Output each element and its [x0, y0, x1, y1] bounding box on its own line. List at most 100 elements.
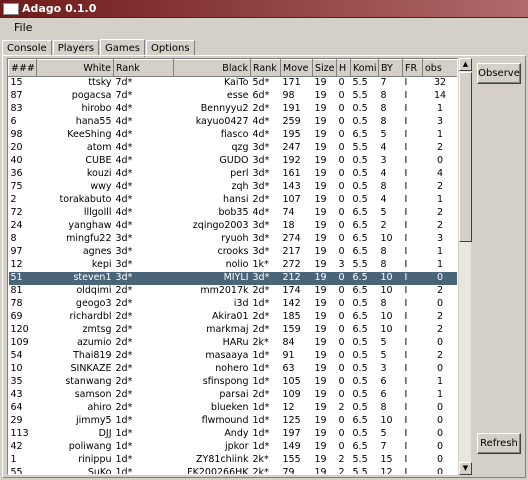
- cell-fr: I: [404, 389, 408, 400]
- cell-move: 98: [282, 90, 295, 101]
- col-header-observers[interactable]: obs: [422, 59, 457, 77]
- cell-game-number: 55: [10, 467, 23, 475]
- cell-fr: I: [404, 415, 408, 426]
- table-row[interactable]: 120 zmtsg 2d* markmaj 2d* 159 19 0 6.5 10 I 2: [9, 324, 458, 337]
- col-header-white-rank[interactable]: Rank: [113, 59, 174, 77]
- table-row[interactable]: 113 DJJ 1d* Andy 1d* 197 19 0 0.5 5 I 0: [9, 428, 458, 441]
- table-row[interactable]: 54 Thai819 2d* masaaya 1d* 91 19 0 0.5 5 I 2: [9, 350, 458, 363]
- table-row[interactable]: 8 mingfu22 3d* ryuoh 3d* 274 19 0 6.5 10 I 3: [9, 233, 458, 246]
- cell-white-player: Thai819: [73, 350, 112, 361]
- scroll-up-arrow-icon[interactable]: ▲: [459, 58, 472, 71]
- cell-komi: 0.5: [352, 168, 368, 179]
- col-header-white[interactable]: White: [36, 59, 114, 77]
- cell-size: 19: [314, 324, 327, 335]
- cell-black-player: Andy: [224, 428, 249, 439]
- cell-byoyomi: 8: [380, 298, 387, 309]
- table-row[interactable]: 81 oldqimi 2d* mm2017k 2d* 174 19 0 6.5 10 I 2: [9, 285, 458, 298]
- table-row[interactable]: 10 SINKAZE 2d* nohero 1d* 63 19 0 0.5 3 I 0: [9, 363, 458, 376]
- cell-black-rank: 4d*: [252, 207, 270, 218]
- table-row[interactable]: 72 lllgolll 4d* bob35 4d* 74 19 0 6.5 5 I 2: [9, 207, 458, 220]
- col-header-fr[interactable]: FR: [402, 59, 423, 77]
- observe-button[interactable]: Observe: [477, 63, 521, 84]
- cell-fr: I: [404, 311, 408, 322]
- app-icon: [3, 2, 19, 15]
- table-row[interactable]: 64 ahiro 2d* blueken 1d* 12 19 2 0.5 8 I 0: [9, 402, 458, 415]
- scrollbar-thumb[interactable]: [459, 72, 472, 242]
- cell-move: 109: [282, 389, 301, 400]
- window-title: Adago 0.1.0: [22, 2, 97, 15]
- cell-byoyomi: 8: [380, 90, 387, 101]
- cell-handicap: 0: [338, 77, 345, 89]
- cell-handicap: 0: [338, 428, 345, 439]
- table-row[interactable]: 55 SuKo 1d* FK200266HK 2k* 79 19 2 5.5 12 I 0: [9, 467, 458, 475]
- cell-black-rank: 1d*: [252, 298, 270, 309]
- table-row[interactable]: 87 pogacsa 7d* esse 6d* 98 19 0 5.5 8 I 14: [9, 90, 458, 103]
- col-header-black[interactable]: Black: [173, 59, 251, 77]
- table-row[interactable]: 12 kepi 3d* nolio 1k* 272 19 3 5.5 8 I 1: [9, 259, 458, 272]
- cell-byoyomi: 2: [380, 220, 387, 231]
- col-header-black-rank[interactable]: Rank: [250, 59, 281, 77]
- menu-file[interactable]: File: [10, 20, 36, 35]
- refresh-button[interactable]: Refresh: [477, 433, 521, 454]
- table-row[interactable]: 1 rinippu 1d* ZY81chiink 2k* 155 19 2 5.5 15 I 0: [9, 454, 458, 467]
- col-header-number[interactable]: ###: [8, 59, 37, 77]
- table-row[interactable]: 36 kouzi 4d* perl 3d* 161 19 0 0.5 4 I 4: [9, 168, 458, 181]
- table-row[interactable]: 78 geogo3 2d* i3d 1d* 142 19 0 0.5 8 I 0: [9, 298, 458, 311]
- cell-handicap: 0: [338, 298, 345, 309]
- table-row[interactable]: 2 torakabuto 4d* hansi 2d* 107 19 0 0.5 4 I 1: [9, 194, 458, 207]
- col-header-komi[interactable]: Komi: [350, 59, 379, 77]
- tab-console[interactable]: Console: [2, 40, 52, 56]
- cell-observers: 0: [436, 467, 444, 475]
- col-header-handicap[interactable]: H: [336, 59, 351, 77]
- cell-white-player: mingfu22: [66, 233, 112, 244]
- cell-byoyomi: 5: [380, 337, 387, 348]
- table-row[interactable]: 109 azumio 2d* HARu 2k* 84 19 0 0.5 5 I 0: [9, 337, 458, 350]
- cell-byoyomi: 4: [380, 142, 387, 153]
- cell-black-rank: 4d*: [252, 116, 270, 127]
- cell-white-player: ttsky: [88, 77, 112, 89]
- col-header-size[interactable]: Size: [312, 59, 337, 77]
- cell-white-rank: 1d*: [115, 415, 133, 426]
- table-row[interactable]: 40 CUBE 4d* GUDO 3d* 192 19 0 0.5 3 I 0: [9, 155, 458, 168]
- cell-size: 19: [314, 350, 327, 361]
- table-row[interactable]: 35 stanwang 2d* sfinspong 1d* 105 19 0 0.5 6 I 1: [9, 376, 458, 389]
- tab-options[interactable]: Options: [146, 40, 195, 56]
- table-row[interactable]: 51 steven1 3d* MIYLI 3d* 212 19 0 6.5 10 I 0: [8, 271, 457, 285]
- table-row[interactable]: 98 KeeShing 4d* fiasco 4d* 195 19 0 6.5 5 I 1: [9, 129, 458, 142]
- cell-handicap: 0: [338, 389, 345, 400]
- table-row[interactable]: 29 jimmy5 1d* flwmound 1d* 125 19 0 6.5 10 I 0: [9, 415, 458, 428]
- table-row[interactable]: 83 hirobo 4d* Bennyyu2 2d* 191 19 0 0.5 8 I 1: [9, 103, 458, 116]
- cell-handicap: 0: [338, 194, 345, 205]
- table-row[interactable]: 43 samson 2d* parsai 2d* 109 19 0 0.5 6 I 1: [9, 389, 458, 402]
- cell-move: 12: [282, 402, 295, 413]
- table-row[interactable]: 75 wwy 4d* zqh 3d* 143 19 0 0.5 8 I 2: [9, 181, 458, 194]
- table-header-row: ### White Rank Black Rank Move Size H Ko…: [8, 59, 457, 77]
- cell-move: 161: [282, 168, 301, 179]
- table-row[interactable]: 42 poliwang 1d* jpkor 1d* 149 19 0 6.5 7 I 0: [9, 441, 458, 454]
- cell-byoyomi: 10: [380, 311, 393, 322]
- table-row[interactable]: 20 atom 4d* qzg 3d* 247 19 0 5.5 4 I 2: [9, 142, 458, 155]
- cell-fr: I: [404, 129, 408, 140]
- table-row[interactable]: 69 richardbl 2d* Akira01 2d* 185 19 0 6.5 10 I 2: [9, 311, 458, 324]
- table-row[interactable]: 97 agnes 3d* crooks 3d* 217 19 0 6.5 8 I 1: [9, 246, 458, 259]
- cell-size: 19: [314, 246, 327, 257]
- table-row[interactable]: 24 yanghaw 4d* zqingo2003 3d* 18 19 0 6.5 2 I 2: [9, 220, 458, 233]
- cell-white-player: azumio: [76, 337, 112, 348]
- cell-white-rank: 3d*: [115, 246, 133, 257]
- cell-black-rank: 2k*: [252, 454, 269, 465]
- scroll-down-arrow-icon[interactable]: ▼: [459, 462, 472, 475]
- table-row[interactable]: 6 hana55 4d* kayuo0427 4d* 259 19 0 0.5 8 I 3: [9, 116, 458, 129]
- table-row[interactable]: 15 ttsky 7d* KaiTo 5d* 171 19 0 5.5 7 I 32: [9, 77, 458, 90]
- cell-observers: 4: [436, 168, 444, 179]
- tab-players[interactable]: Players: [52, 40, 100, 56]
- cell-black-rank: 6d*: [252, 90, 270, 101]
- cell-byoyomi: 3: [380, 155, 387, 166]
- cell-game-number: 72: [10, 207, 23, 218]
- cell-komi: 0.5: [352, 155, 368, 166]
- cell-white-player: steven1: [36, 271, 114, 285]
- cell-komi: 6.5: [352, 129, 368, 140]
- vertical-scrollbar[interactable]: ▲ ▼: [458, 58, 472, 475]
- cell-komi: 0.5: [352, 389, 368, 400]
- col-header-move[interactable]: Move: [280, 59, 313, 77]
- col-header-byoyomi[interactable]: BY: [378, 59, 403, 77]
